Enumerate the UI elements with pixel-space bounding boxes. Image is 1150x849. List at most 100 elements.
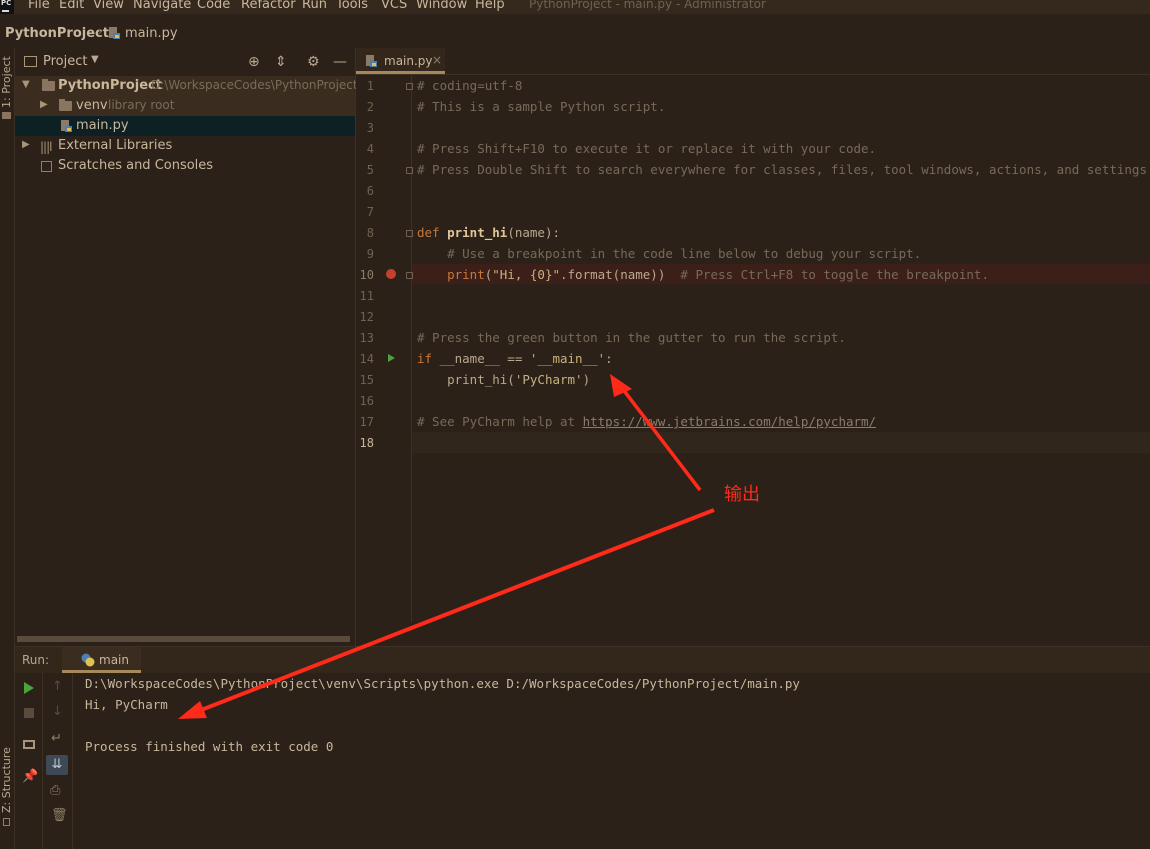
fold-marker-icon[interactable] [406, 167, 413, 174]
line-number: 16 [359, 394, 374, 408]
left-tool-strip: 1: Project Z: Structure [0, 48, 15, 849]
tree-item-scratches[interactable]: Scratches and Consoles [15, 156, 355, 176]
structure-tool-tab[interactable]: Z: Structure [0, 747, 13, 813]
menu-file[interactable]: File [28, 0, 50, 12]
collapse-all-icon[interactable]: ⇕ [275, 54, 287, 70]
menu-refactor[interactable]: Refactor [241, 0, 296, 12]
folder-icon [42, 79, 55, 91]
code-keyword: if [417, 351, 440, 366]
code-comment: # Press Ctrl+F8 to toggle the breakpoint… [680, 267, 989, 282]
menu-navigate[interactable]: Navigate [133, 0, 191, 12]
menu-view[interactable]: View [93, 0, 124, 12]
scratches-icon [41, 161, 52, 172]
breakpoint-icon[interactable] [386, 269, 396, 279]
arrow-up-icon[interactable]: ↑ [52, 679, 63, 694]
menu-vcs[interactable]: VCS [381, 0, 407, 12]
line-number: 8 [366, 226, 374, 240]
code-text: .format(name)) [560, 267, 681, 282]
chevron-right-icon[interactable]: ▶ [40, 99, 48, 110]
run-toolbar-secondary: ↑ ↓ ↵ ⇊ ⎙ 🗑 [43, 673, 73, 849]
line-number: 4 [366, 142, 374, 156]
editor-bottom-area [356, 622, 1150, 646]
print-icon[interactable]: ⎙ [50, 783, 60, 798]
console-output-line: Hi, PyCharm [85, 697, 168, 712]
chevron-down-icon[interactable]: ▼ [22, 79, 30, 90]
menu-help[interactable]: Help [475, 0, 505, 12]
fold-marker-icon[interactable] [406, 272, 413, 279]
menu-tools[interactable]: Tools [336, 0, 368, 12]
run-panel-header: Run: main [15, 646, 1150, 674]
console-line: Process finished with exit code 0 [85, 739, 334, 754]
pycharm-logo-icon: PC [0, 0, 14, 14]
code-text: : [605, 351, 613, 366]
tree-item-main-py[interactable]: main.py [15, 116, 355, 136]
folder-icon [2, 112, 11, 119]
gear-icon[interactable]: ⚙ [307, 54, 320, 70]
code-string: "Hi, {0}" [492, 267, 560, 282]
close-icon[interactable]: × [432, 53, 442, 67]
scroll-to-end-icon[interactable]: ⇊ [46, 755, 68, 775]
code-line: def print_hi(name): [417, 225, 560, 240]
code-builtin: print [417, 267, 485, 282]
locate-icon[interactable]: ⊕ [248, 54, 260, 70]
code-link[interactable]: https://www.jetbrains.com/help/pycharm/ [583, 414, 877, 429]
gutter-separator [411, 74, 412, 622]
code-text: print_hi( [417, 372, 515, 387]
horizontal-scrollbar[interactable] [17, 636, 350, 642]
code-comment: # See PyCharm help at [417, 414, 583, 429]
line-number: 13 [359, 331, 374, 345]
code-line: if __name__ == '__main__': [417, 351, 613, 366]
run-gutter-icon[interactable] [388, 354, 395, 362]
fold-marker-icon[interactable] [406, 83, 413, 90]
library-icon: |||l [40, 140, 53, 154]
code-line: # Press Double Shift to search everywher… [417, 162, 1150, 177]
menu-code[interactable]: Code [197, 0, 230, 12]
minimize-icon[interactable]: — [333, 54, 347, 70]
code-line: # Press Shift+F10 to execute it or repla… [417, 141, 877, 156]
project-tool-tab[interactable]: 1: Project [0, 56, 13, 108]
line-number: 17 [359, 415, 374, 429]
caret-down-icon[interactable]: ▼ [91, 54, 99, 65]
menu-run[interactable]: Run [302, 0, 327, 12]
tree-item-venv[interactable]: ▶ venv library root [15, 96, 355, 116]
trash-icon[interactable]: 🗑 [51, 808, 68, 823]
code-line: # Press the green button in the gutter t… [417, 330, 846, 345]
window-title: PythonProject - main.py - Administrator [529, 0, 766, 11]
breadcrumb-file[interactable]: main.py [125, 26, 178, 41]
run-tab-label: main [99, 653, 129, 667]
arrow-down-icon[interactable]: ↓ [52, 704, 63, 719]
run-tab-main[interactable]: main [62, 647, 141, 673]
code-string: '__main__' [529, 351, 606, 366]
line-number: 7 [366, 205, 374, 219]
fold-marker-icon[interactable] [406, 230, 413, 237]
code-string: 'PyCharm' [514, 372, 583, 387]
line-number: 6 [366, 184, 374, 198]
code-line: print("Hi, {0}".format(name)) # Press Ct… [417, 267, 989, 282]
tree-item-external-libraries[interactable]: ▶ |||l External Libraries [15, 136, 355, 156]
pin-icon[interactable]: 📌 [22, 769, 38, 784]
line-number: 12 [359, 310, 374, 324]
menu-window[interactable]: Window [416, 0, 467, 12]
rerun-icon[interactable] [24, 682, 34, 694]
layout-icon[interactable] [23, 740, 35, 749]
menu-edit[interactable]: Edit [59, 0, 84, 12]
tree-label-external: External Libraries [58, 138, 173, 153]
python-icon [81, 653, 95, 667]
tree-item-project-root[interactable]: ▼ PythonProject D:\WorkspaceCodes\Python… [15, 76, 358, 96]
soft-wrap-icon[interactable]: ↵ [51, 731, 62, 746]
run-toolbar-primary: 📌 [15, 673, 43, 849]
stop-icon[interactable] [24, 708, 34, 718]
code-editor[interactable]: main.py × 1 2 3 4 5 6 7 8 9 10 11 12 13 … [356, 48, 1150, 622]
project-view-selector[interactable]: Project [43, 54, 87, 69]
run-label: Run: [22, 653, 50, 667]
python-file-icon [366, 55, 377, 67]
chevron-right-icon[interactable]: ▶ [22, 139, 30, 150]
tree-label-main-py: main.py [76, 118, 129, 133]
tab-label: main.py [384, 54, 433, 68]
breadcrumb-project[interactable]: PythonProject [5, 26, 109, 41]
tab-main-py[interactable]: main.py × [356, 48, 445, 74]
project-panel: Project ▼ ⊕ ⇕ ⚙ — ▼ PythonProject D:\Wor… [15, 48, 358, 646]
line-number: 1 [366, 79, 374, 93]
code-text: ) [582, 372, 591, 387]
code-function-name: print_hi [447, 225, 508, 240]
